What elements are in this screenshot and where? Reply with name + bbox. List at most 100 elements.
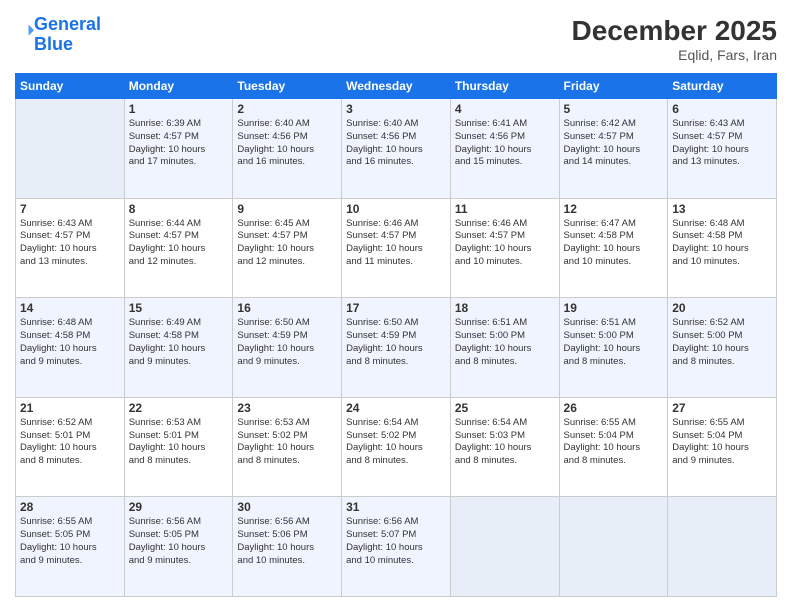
day-number: 15 <box>129 301 229 315</box>
calendar-row: 21Sunrise: 6:52 AMSunset: 5:01 PMDayligh… <box>16 397 777 497</box>
day-info: Sunrise: 6:56 AMSunset: 5:05 PMDaylight:… <box>129 516 229 567</box>
day-info: Sunrise: 6:44 AMSunset: 4:57 PMDaylight:… <box>129 218 229 269</box>
logo-line2: Blue <box>34 34 73 54</box>
logo-icon <box>16 23 34 41</box>
table-row: 31 Sunrise: 6:56 AMSunset: 5:07 PMDayligh… <box>342 497 451 597</box>
table-row: 24Sunrise: 6:54 AMSunset: 5:02 PMDayligh… <box>342 397 451 497</box>
table-row: 20 Sunrise: 6:52 AMSunset: 5:00 PMDayligh… <box>668 298 777 398</box>
table-row: 18 Sunrise: 6:51 AMSunset: 5:00 PMDayligh… <box>450 298 559 398</box>
day-info: Sunrise: 6:42 AMSunset: 4:57 PMDaylight:… <box>564 118 664 169</box>
day-number: 12 <box>564 202 664 216</box>
day-number: 24 <box>346 401 446 415</box>
day-info: Sunrise: 6:50 AMSunset: 4:59 PMDaylight:… <box>346 317 446 368</box>
day-info: Sunrise: 6:52 AMSunset: 5:01 PMDaylight:… <box>20 417 120 468</box>
day-number: 31 <box>346 500 446 514</box>
day-info: Sunrise: 6:48 AMSunset: 4:58 PMDaylight:… <box>20 317 120 368</box>
logo-line1: General <box>34 14 101 34</box>
day-number: 30 <box>237 500 337 514</box>
day-info: Sunrise: 6:47 AMSunset: 4:58 PMDaylight:… <box>564 218 664 269</box>
col-thursday: Thursday <box>450 74 559 99</box>
col-wednesday: Wednesday <box>342 74 451 99</box>
day-info: Sunrise: 6:55 AMSunset: 5:04 PMDaylight:… <box>564 417 664 468</box>
calendar-header: Sunday Monday Tuesday Wednesday Thursday… <box>16 74 777 99</box>
day-info: Sunrise: 6:40 AMSunset: 4:56 PMDaylight:… <box>346 118 446 169</box>
table-row: 9 Sunrise: 6:45 AMSunset: 4:57 PMDaylight… <box>233 198 342 298</box>
day-number: 1 <box>129 102 229 116</box>
table-row: 5 Sunrise: 6:42 AMSunset: 4:57 PMDaylight… <box>559 99 668 199</box>
day-info: Sunrise: 6:43 AMSunset: 4:57 PMDaylight:… <box>20 218 120 269</box>
table-row: 29 Sunrise: 6:56 AMSunset: 5:05 PMDayligh… <box>124 497 233 597</box>
calendar-table: Sunday Monday Tuesday Wednesday Thursday… <box>15 73 777 597</box>
day-info: Sunrise: 6:45 AMSunset: 4:57 PMDaylight:… <box>237 218 337 269</box>
col-monday: Monday <box>124 74 233 99</box>
day-info: Sunrise: 6:49 AMSunset: 4:58 PMDaylight:… <box>129 317 229 368</box>
day-number: 22 <box>129 401 229 415</box>
table-row: 2 Sunrise: 6:40 AMSunset: 4:56 PMDaylight… <box>233 99 342 199</box>
col-tuesday: Tuesday <box>233 74 342 99</box>
day-number: 9 <box>237 202 337 216</box>
day-number: 6 <box>672 102 772 116</box>
day-number: 28 <box>20 500 120 514</box>
table-row: 4Sunrise: 6:41 AMSunset: 4:56 PMDaylight… <box>450 99 559 199</box>
table-row: 7Sunrise: 6:43 AMSunset: 4:57 PMDaylight… <box>16 198 125 298</box>
day-number: 18 <box>455 301 555 315</box>
day-number: 8 <box>129 202 229 216</box>
day-number: 11 <box>455 202 555 216</box>
day-number: 20 <box>672 301 772 315</box>
day-number: 2 <box>237 102 337 116</box>
header: General Blue December 2025 Eqlid, Fars, … <box>15 15 777 63</box>
table-row: 25 Sunrise: 6:54 AMSunset: 5:03 PMDayligh… <box>450 397 559 497</box>
col-friday: Friday <box>559 74 668 99</box>
table-row: 15 Sunrise: 6:49 AMSunset: 4:58 PMDayligh… <box>124 298 233 398</box>
day-info: Sunrise: 6:40 AMSunset: 4:56 PMDaylight:… <box>237 118 337 169</box>
day-number: 25 <box>455 401 555 415</box>
day-info: Sunrise: 6:51 AMSunset: 5:00 PMDaylight:… <box>455 317 555 368</box>
col-saturday: Saturday <box>668 74 777 99</box>
day-info: Sunrise: 6:52 AMSunset: 5:00 PMDaylight:… <box>672 317 772 368</box>
table-row: 28 Sunrise: 6:55 AMSunset: 5:05 PMDayligh… <box>16 497 125 597</box>
table-row: 16Sunrise: 6:50 AMSunset: 4:59 PMDayligh… <box>233 298 342 398</box>
day-number: 26 <box>564 401 664 415</box>
day-info: Sunrise: 6:53 AMSunset: 5:02 PMDaylight:… <box>237 417 337 468</box>
day-number: 19 <box>564 301 664 315</box>
day-number: 17 <box>346 301 446 315</box>
table-row <box>450 497 559 597</box>
calendar-row: 1 Sunrise: 6:39 AMSunset: 4:57 PMDaylight… <box>16 99 777 199</box>
title-block: December 2025 Eqlid, Fars, Iran <box>572 15 777 63</box>
day-info: Sunrise: 6:39 AMSunset: 4:57 PMDaylight:… <box>129 118 229 169</box>
calendar-row: 28 Sunrise: 6:55 AMSunset: 5:05 PMDayligh… <box>16 497 777 597</box>
table-row: 8 Sunrise: 6:44 AMSunset: 4:57 PMDaylight… <box>124 198 233 298</box>
day-number: 4 <box>455 102 555 116</box>
day-number: 5 <box>564 102 664 116</box>
table-row: 21Sunrise: 6:52 AMSunset: 5:01 PMDayligh… <box>16 397 125 497</box>
table-row: 12 Sunrise: 6:47 AMSunset: 4:58 PMDayligh… <box>559 198 668 298</box>
day-info: Sunrise: 6:55 AMSunset: 5:05 PMDaylight:… <box>20 516 120 567</box>
day-info: Sunrise: 6:56 AMSunset: 5:06 PMDaylight:… <box>237 516 337 567</box>
table-row: 6Sunrise: 6:43 AMSunset: 4:57 PMDaylight… <box>668 99 777 199</box>
day-info: Sunrise: 6:46 AMSunset: 4:57 PMDaylight:… <box>346 218 446 269</box>
calendar-row: 14 Sunrise: 6:48 AMSunset: 4:58 PMDayligh… <box>16 298 777 398</box>
day-number: 29 <box>129 500 229 514</box>
table-row: 14 Sunrise: 6:48 AMSunset: 4:58 PMDayligh… <box>16 298 125 398</box>
logo: General Blue <box>15 15 101 55</box>
table-row: 10 Sunrise: 6:46 AMSunset: 4:57 PMDayligh… <box>342 198 451 298</box>
day-number: 3 <box>346 102 446 116</box>
day-info: Sunrise: 6:48 AMSunset: 4:58 PMDaylight:… <box>672 218 772 269</box>
table-row: 26 Sunrise: 6:55 AMSunset: 5:04 PMDayligh… <box>559 397 668 497</box>
day-number: 14 <box>20 301 120 315</box>
day-number: 16 <box>237 301 337 315</box>
table-row: 19Sunrise: 6:51 AMSunset: 5:00 PMDayligh… <box>559 298 668 398</box>
header-row: Sunday Monday Tuesday Wednesday Thursday… <box>16 74 777 99</box>
table-row: 1 Sunrise: 6:39 AMSunset: 4:57 PMDaylight… <box>124 99 233 199</box>
day-info: Sunrise: 6:53 AMSunset: 5:01 PMDaylight:… <box>129 417 229 468</box>
day-number: 10 <box>346 202 446 216</box>
table-row: 13Sunrise: 6:48 AMSunset: 4:58 PMDayligh… <box>668 198 777 298</box>
day-number: 23 <box>237 401 337 415</box>
calendar-row: 7Sunrise: 6:43 AMSunset: 4:57 PMDaylight… <box>16 198 777 298</box>
day-info: Sunrise: 6:56 AMSunset: 5:07 PMDaylight:… <box>346 516 446 567</box>
day-info: Sunrise: 6:46 AMSunset: 4:57 PMDaylight:… <box>455 218 555 269</box>
day-info: Sunrise: 6:55 AMSunset: 5:04 PMDaylight:… <box>672 417 772 468</box>
col-sunday: Sunday <box>16 74 125 99</box>
day-info: Sunrise: 6:54 AMSunset: 5:03 PMDaylight:… <box>455 417 555 468</box>
table-row <box>16 99 125 199</box>
